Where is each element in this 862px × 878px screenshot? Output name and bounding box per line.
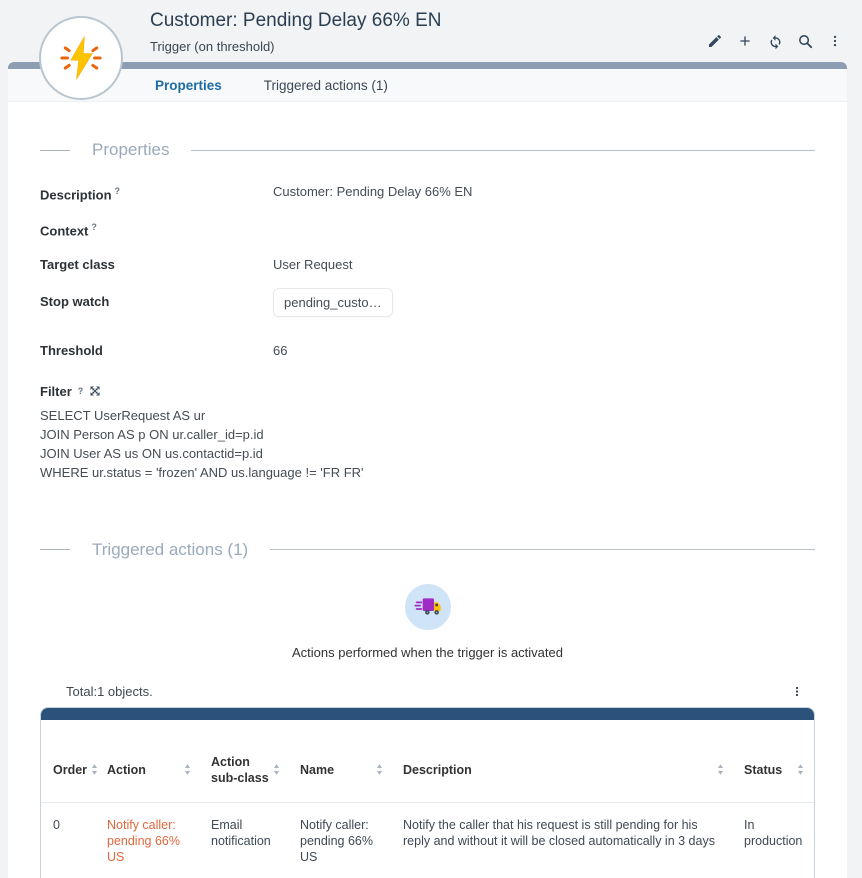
filter-label: Filter [40, 384, 72, 399]
panel-top-bar [8, 62, 847, 69]
expand-icon [89, 385, 101, 397]
sort-icon [184, 764, 191, 775]
field-row-threshold: Threshold 66 [40, 341, 815, 360]
properties-section-title: Properties [70, 140, 191, 160]
header-toolbar [704, 30, 846, 52]
lightning-icon [54, 31, 108, 85]
table-header-row: Order Action Action sub-class Name [41, 720, 814, 802]
cell-action-subclass: Email notification [199, 803, 288, 849]
column-label: Name [300, 762, 372, 778]
list-menu-button[interactable] [785, 682, 809, 701]
column-header-name[interactable]: Name [288, 754, 391, 786]
field-label: Target class [40, 255, 273, 274]
refresh-button[interactable] [764, 30, 786, 52]
field-label: Description? [40, 182, 273, 204]
edit-icon [707, 33, 723, 49]
triggered-actions-section-header: Triggered actions (1) [40, 540, 815, 560]
actions-icon-wrap [40, 584, 815, 630]
refresh-icon [767, 33, 784, 50]
legend-line [191, 150, 815, 151]
actions-icon-circle [405, 584, 451, 630]
field-label-text: Description [40, 187, 112, 202]
column-header-description[interactable]: Description [391, 754, 732, 786]
kebab-menu-icon [791, 684, 803, 699]
more-actions-button[interactable] [824, 30, 846, 52]
field-value-target-class: User Request [273, 255, 352, 274]
query-line: SELECT UserRequest AS ur [40, 406, 815, 425]
column-header-status[interactable]: Status [732, 754, 812, 786]
help-tooltip-icon[interactable]: ? [78, 386, 84, 396]
field-label: Context? [40, 218, 273, 240]
sort-icon [273, 764, 280, 775]
column-label: Description [403, 762, 713, 778]
kebab-menu-icon [828, 33, 842, 49]
column-label: Status [744, 762, 793, 778]
list-toolbar: Total:1 objects. [40, 682, 815, 701]
trigger-avatar [39, 16, 123, 100]
column-header-action-subclass[interactable]: Action sub-class [199, 754, 288, 786]
edit-button[interactable] [704, 30, 726, 52]
table-row: 0 Notify caller: pending 66% US Email no… [41, 802, 814, 878]
field-label-text: Context [40, 224, 88, 239]
legend-dash [40, 549, 70, 550]
trigger-details-page: Customer: Pending Delay 66% EN Trigger (… [0, 0, 862, 878]
sort-icon [797, 764, 804, 775]
tab-properties[interactable]: Properties [155, 78, 222, 93]
help-tooltip-icon[interactable]: ? [91, 222, 97, 232]
main-panel: Properties Triggered actions (1) Propert… [8, 62, 847, 878]
add-icon [737, 33, 753, 49]
panel-content: Properties Description? Customer: Pendin… [8, 140, 847, 878]
page-header: Customer: Pending Delay 66% EN Trigger (… [0, 0, 862, 62]
field-value-threshold: 66 [273, 341, 287, 360]
column-label: Action [107, 762, 180, 778]
query-line: JOIN User AS us ON us.contactid=p.id [40, 444, 815, 463]
cell-name: Notify caller: pending 66% US [288, 803, 391, 865]
cell-action: Notify caller: pending 66% US [95, 803, 199, 865]
header-text: Customer: Pending Delay 66% EN Trigger (… [150, 10, 441, 54]
cell-order: 0 [41, 803, 95, 833]
triggered-actions-section-title: Triggered actions (1) [70, 540, 270, 560]
stop-watch-field[interactable]: pending_custo… [273, 288, 393, 317]
filter-field: Filter ? SELECT UserRequest AS ur JOIN P… [40, 384, 815, 482]
sort-icon [717, 764, 724, 775]
add-button[interactable] [734, 30, 756, 52]
search-icon [797, 33, 814, 50]
help-tooltip-icon[interactable]: ? [115, 186, 121, 196]
oql-query: SELECT UserRequest AS ur JOIN Person AS … [40, 406, 815, 482]
legend-dash [40, 150, 70, 151]
legend-line [270, 549, 815, 550]
delivery-truck-icon [412, 591, 444, 623]
field-label: Threshold [40, 341, 273, 360]
tab-bar: Properties Triggered actions (1) [8, 69, 847, 102]
field-row-stop-watch: Stop watch pending_custo… [40, 292, 815, 317]
query-line: JOIN Person AS p ON ur.caller_id=p.id [40, 425, 815, 444]
properties-section-header: Properties [40, 140, 815, 160]
page-title: Customer: Pending Delay 66% EN [150, 10, 441, 32]
column-header-order[interactable]: Order [41, 754, 95, 786]
field-label: Stop watch [40, 292, 273, 311]
actions-caption: Actions performed when the trigger is ac… [40, 645, 815, 660]
tab-triggered-actions[interactable]: Triggered actions (1) [264, 78, 388, 93]
field-row-description: Description? Customer: Pending Delay 66%… [40, 182, 815, 204]
table-top-bar [41, 708, 814, 720]
action-link[interactable]: Notify caller: pending 66% US [107, 818, 180, 864]
column-header-action[interactable]: Action [95, 754, 199, 786]
cell-status: In production [732, 803, 812, 849]
column-label: Order [53, 762, 87, 778]
field-row-target-class: Target class User Request [40, 255, 815, 274]
query-line: WHERE ur.status = 'frozen' AND us.langua… [40, 463, 815, 482]
field-row-context: Context? [40, 218, 815, 240]
field-value-description: Customer: Pending Delay 66% EN [273, 182, 472, 201]
total-objects-text: Total:1 objects. [66, 684, 153, 699]
page-subtitle: Trigger (on threshold) [150, 39, 441, 54]
search-button[interactable] [794, 30, 816, 52]
sort-icon [376, 764, 383, 775]
cell-description: Notify the caller that his request is st… [391, 803, 732, 849]
column-label: Action sub-class [211, 754, 269, 786]
filter-label-row: Filter ? [40, 384, 815, 399]
triggered-actions-table: Order Action Action sub-class Name [40, 707, 815, 878]
expand-filter-button[interactable] [89, 385, 101, 397]
